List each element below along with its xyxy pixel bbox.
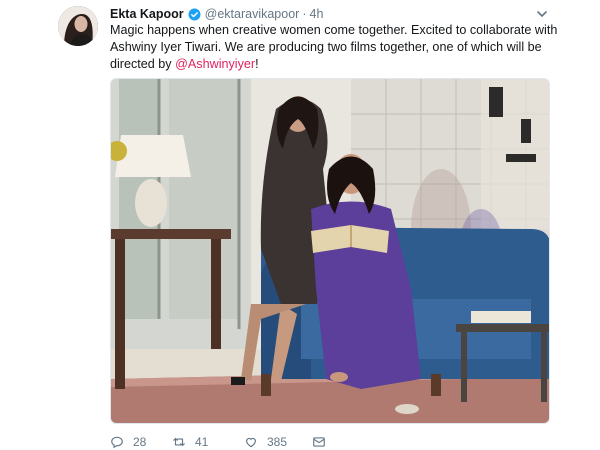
author-handle[interactable]: @ektaravikapoor [205, 7, 300, 21]
reply-button[interactable]: 28 [110, 435, 172, 449]
tweet-text: Magic happens when creative women come t… [110, 22, 558, 73]
tweet-text-line: Magic happens when creative women come t… [110, 23, 558, 37]
verified-badge-icon [188, 8, 201, 21]
tweet-photo[interactable] [110, 78, 550, 424]
tweet-text-fragment: ! [255, 57, 259, 71]
retweet-count: 41 [195, 435, 209, 449]
author-name[interactable]: Ekta Kapoor [110, 7, 184, 21]
tweet-text-line: directed by @Ashwinyiyer! [110, 56, 550, 73]
meta-separator: · [302, 7, 307, 21]
tweet-card: Ekta Kapoor @ektaravikapoor · 4h Magic h… [0, 0, 600, 450]
like-button[interactable]: 385 [244, 435, 312, 449]
tweet-timestamp[interactable]: 4h [310, 7, 324, 21]
like-count: 385 [267, 435, 288, 449]
tweet-text-fragment: directed by [110, 57, 176, 71]
direct-message-button[interactable] [312, 435, 326, 449]
reply-count: 28 [133, 435, 147, 449]
message-icon [313, 437, 325, 447]
tweet-header: Ekta Kapoor @ektaravikapoor · 4h [110, 6, 323, 22]
reply-icon [111, 436, 123, 449]
retweet-icon [173, 437, 185, 447]
like-icon [246, 437, 256, 448]
tweet-actions: 28 41 385 [110, 434, 326, 450]
retweet-button[interactable]: 41 [172, 435, 244, 449]
chevron-down-icon[interactable] [535, 7, 549, 21]
tweet-text-line: Ashwiny Iyer Tiwari. We are producing tw… [110, 40, 542, 54]
mention-link[interactable]: @Ashwinyiyer [175, 57, 255, 71]
avatar[interactable] [58, 6, 98, 46]
